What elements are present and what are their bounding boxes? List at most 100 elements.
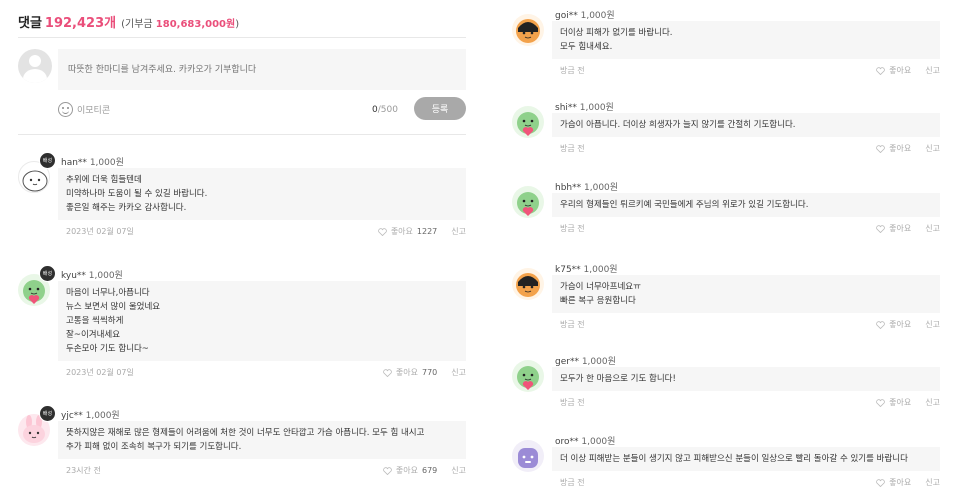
comment-text: 가슴이 아픕니다. 더이상 희생자가 늘지 않기를 간절히 기도합니다. bbox=[552, 113, 940, 137]
commenter-name: kyu** 1,000원 bbox=[61, 271, 123, 281]
like-button[interactable]: 좋아요 1227 bbox=[378, 226, 437, 237]
report-link[interactable]: 신고 bbox=[451, 367, 466, 378]
heart-icon bbox=[876, 224, 885, 233]
report-link[interactable]: 신고 bbox=[451, 226, 466, 237]
emoticon-label: 이모티콘 bbox=[77, 106, 111, 116]
like-count: 770 bbox=[421, 368, 438, 377]
comment-text: 가슴이 너무아프네요ㅠ 빠른 복구 응원합니다 bbox=[552, 275, 940, 313]
comment-date: 방금 전 bbox=[560, 320, 585, 329]
commenter-name: goi** 1,000원 bbox=[555, 11, 615, 21]
comment-line: 가슴이 너무아프네요ㅠ bbox=[560, 282, 641, 292]
heart-icon bbox=[876, 320, 885, 329]
like-button[interactable]: 좋아요 679 bbox=[383, 465, 437, 476]
char-counter: 0/500 bbox=[372, 105, 398, 115]
comment-meta: 방금 전 좋아요 신고 bbox=[560, 477, 940, 488]
comment-line: 추가 피해 없이 조속히 복구가 되기를 기도합니다. bbox=[66, 442, 242, 452]
comment-write-box: 이모티콘 0/500 등록 bbox=[18, 38, 466, 135]
comment-header: 댓글 192,423개 (기부금 180,683,000원) bbox=[18, 0, 466, 38]
comment-text: 더이상 피해가 없기를 바랍니다. 모두 힘내세요. bbox=[552, 21, 940, 59]
comment-line: 좋은일 해주는 카카오 감사합니다. bbox=[66, 203, 187, 213]
comment-text: 추위에 더욱 힘들텐데미약하나마 도움이 될 수 있길 바랍니다. 좋은일 해주는… bbox=[58, 168, 466, 220]
comment-text: 우리의 형제들인 튀르키예 국민들에게 주님의 위로가 있길 기도합니다. bbox=[552, 193, 940, 217]
comment-line: 마음이 너무나,아픕니다 bbox=[66, 288, 150, 298]
comment-item: k75** 1,000원가슴이 너무아프네요ㅠ 빠른 복구 응원합니다방금 전 좋아… bbox=[512, 262, 940, 340]
commenter-avatar bbox=[512, 268, 544, 300]
report-link[interactable]: 신고 bbox=[925, 223, 940, 234]
comment-date: 방금 전 bbox=[560, 144, 585, 153]
comment-date: 방금 전 bbox=[560, 224, 585, 233]
supporter-badge: 배성 bbox=[39, 265, 56, 282]
comment-line: 잘~이겨내세요 bbox=[66, 330, 121, 340]
comment-item: goi** 1,000원더이상 피해가 없기를 바랍니다. 모두 힘내세요. 방금 … bbox=[512, 8, 940, 86]
like-button[interactable]: 좋아요 bbox=[876, 223, 911, 234]
emoticon-button[interactable]: 이모티콘 bbox=[58, 102, 110, 117]
comment-line: 고통을 씩씩하게 bbox=[66, 316, 124, 326]
report-link[interactable]: 신고 bbox=[925, 143, 940, 154]
report-link[interactable]: 신고 bbox=[925, 397, 940, 408]
comment-meta: 방금 전 좋아요 신고 bbox=[560, 65, 940, 76]
like-button[interactable]: 좋아요 bbox=[876, 477, 911, 488]
comment-label: 댓글 bbox=[18, 16, 42, 31]
heart-icon bbox=[383, 368, 392, 377]
commenter-name: hbh** 1,000원 bbox=[555, 183, 619, 193]
like-count: 1227 bbox=[416, 227, 438, 236]
comment-line: 더 이상 피해받는 분들이 생기지 않고 피해받으신 분들이 일상으로 빨리 돌… bbox=[560, 454, 908, 464]
comment-meta: 방금 전 좋아요 신고 bbox=[560, 397, 940, 408]
comment-date: 23시간 전 bbox=[66, 466, 101, 475]
commenter-avatar bbox=[512, 186, 544, 218]
report-link[interactable]: 신고 bbox=[925, 319, 940, 330]
report-link[interactable]: 신고 bbox=[925, 477, 940, 488]
comment-line: 두손모아 기도 합니다~ bbox=[66, 344, 149, 354]
comment-item: 배성 yjc** 1,000원 뜻하지않은 재해로 많은 형제들이 어려움에 처한 … bbox=[18, 405, 466, 486]
user-avatar bbox=[18, 49, 52, 83]
comment-item: 배성 han** 1,000원추위에 더욱 힘들텐데미약하나마 도움이 될 수 있… bbox=[18, 152, 466, 247]
comment-text: 모두가 한 마음으로 기도 합니다! bbox=[552, 367, 940, 391]
comment-date: 방금 전 bbox=[560, 66, 585, 75]
commenter-avatar bbox=[512, 440, 544, 472]
comment-date: 방금 전 bbox=[560, 478, 585, 487]
comment-text: 뜻하지않은 재해로 많은 형제들이 어려움에 처한 것이 너무도 안타깝고 가슴… bbox=[58, 421, 466, 459]
like-button[interactable]: 좋아요 bbox=[876, 65, 911, 76]
commenter-name: ger** 1,000원 bbox=[555, 357, 616, 367]
comment-line: 가슴이 아픕니다. 더이상 희생자가 늘지 않기를 간절히 기도합니다. bbox=[560, 120, 796, 130]
submit-button[interactable]: 등록 bbox=[414, 97, 466, 120]
comment-count: 192,423개 bbox=[44, 16, 117, 31]
report-link[interactable]: 신고 bbox=[925, 65, 940, 76]
donation-amount: 180,683,000원 bbox=[155, 19, 236, 30]
comment-item: hbh** 1,000원우리의 형제들인 튀르키예 국민들에게 주님의 위로가 … bbox=[512, 180, 940, 244]
comment-meta: 2023년 02월 07일 좋아요 770 신고 bbox=[66, 367, 466, 378]
comment-meta: 방금 전 좋아요 신고 bbox=[560, 319, 940, 330]
comment-line: 빠른 복구 응원합니다 bbox=[560, 296, 636, 306]
report-link[interactable]: 신고 bbox=[451, 465, 466, 476]
comment-line: 추위에 더욱 힘들텐데 bbox=[66, 175, 142, 185]
comment-line: 모두가 한 마음으로 기도 합니다! bbox=[560, 374, 676, 384]
comment-text: 마음이 너무나,아픕니다 뉴스 보면서 많이 울었네요 고통을 씩씩하게 잘~이겨내세… bbox=[58, 281, 466, 361]
comment-item: oro** 1,000원 더 이상 피해받는 분들이 생기지 않고 피해받으신 분… bbox=[512, 434, 940, 498]
supporter-badge: 배성 bbox=[39, 152, 56, 169]
comment-line: 모두 힘내세요. bbox=[560, 42, 613, 52]
comment-item: shi** 1,000원가슴이 아픕니다. 더이상 희생자가 늘지 않기를 간절… bbox=[512, 100, 940, 164]
commenter-name: han** 1,000원 bbox=[61, 158, 124, 168]
heart-icon bbox=[876, 398, 885, 407]
like-button[interactable]: 좋아요 bbox=[876, 397, 911, 408]
commenter-name: yjc** 1,000원 bbox=[61, 411, 120, 421]
comment-line: 뜻하지않은 재해로 많은 형제들이 어려움에 처한 것이 너무도 안타깝고 가슴… bbox=[66, 428, 425, 438]
comment-item: 배성 kyu** 1,000원 마음이 너무나,아픕니다 뉴스 보면서 많이 울었네요… bbox=[18, 265, 466, 388]
like-button[interactable]: 좋아요 770 bbox=[383, 367, 437, 378]
heart-icon bbox=[876, 66, 885, 75]
commenter-name: shi** 1,000원 bbox=[555, 103, 614, 113]
like-button[interactable]: 좋아요 bbox=[876, 143, 911, 154]
commenter-name: k75** 1,000원 bbox=[555, 265, 618, 275]
comment-text: 더 이상 피해받는 분들이 생기지 않고 피해받으신 분들이 일상으로 빨리 돌… bbox=[552, 447, 940, 471]
commenter-avatar bbox=[512, 106, 544, 138]
heart-icon bbox=[383, 466, 392, 475]
comment-date: 방금 전 bbox=[560, 398, 585, 407]
comment-line: 우리의 형제들인 튀르키예 국민들에게 주님의 위로가 있길 기도합니다. bbox=[560, 200, 809, 210]
comment-date: 2023년 02월 07일 bbox=[66, 368, 134, 377]
comment-meta: 2023년 02월 07일 좋아요 1227 신고 bbox=[66, 226, 466, 237]
like-button[interactable]: 좋아요 bbox=[876, 319, 911, 330]
comment-line: 더이상 피해가 없기를 바랍니다. bbox=[560, 28, 673, 38]
smile-icon bbox=[58, 102, 73, 117]
comment-line: 미약하나마 도움이 될 수 있길 바랍니다. bbox=[66, 189, 208, 199]
comment-input[interactable] bbox=[58, 49, 466, 90]
